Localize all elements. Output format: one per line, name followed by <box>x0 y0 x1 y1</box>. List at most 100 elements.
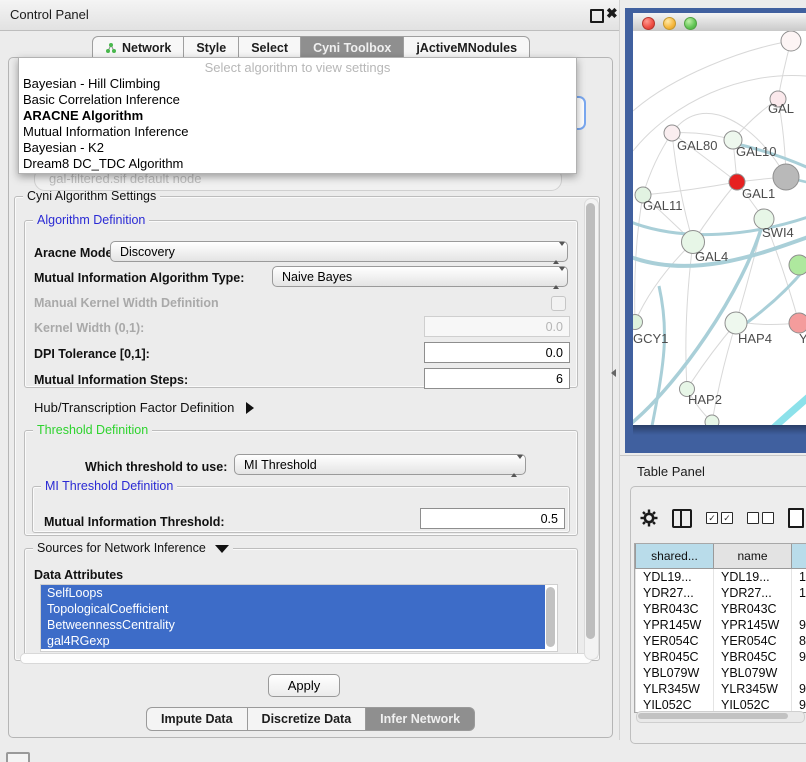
mi-type-combo[interactable]: Naive Bayes <box>272 266 568 287</box>
cyni-bottom-tabs: Impute Data Discretize Data Infer Networ… <box>146 707 475 729</box>
dropdown-item[interactable]: Basic Correlation Inference <box>19 92 576 108</box>
minimize-traffic-light[interactable] <box>663 17 676 30</box>
mi-steps-field[interactable]: 6 <box>424 368 570 389</box>
cell-value <box>792 601 806 617</box>
mi-threshold-field[interactable]: 0.5 <box>420 508 565 529</box>
tab-impute-data[interactable]: Impute Data <box>146 707 248 731</box>
checked-box-icon: ✓ <box>721 512 733 524</box>
close-traffic-light[interactable] <box>642 17 655 30</box>
attribute-item[interactable]: BetweennessCentrality <box>41 617 545 633</box>
settings-group-title: Cyni Algorithm Settings <box>23 189 160 203</box>
gear-icon[interactable] <box>640 509 658 527</box>
kernel-width-field[interactable]: 0.0 <box>424 316 570 337</box>
cell-value: 9. <box>792 649 806 665</box>
dropdown-placeholder: Select algorithm to view settings <box>19 58 576 76</box>
splitter-collapse-arrow[interactable] <box>611 369 616 377</box>
cell-name: YDL19... <box>714 569 792 586</box>
aracne-mode-label: Aracne Mode: <box>34 246 117 260</box>
table-row[interactable]: YLR345WYLR345W9. <box>636 681 806 697</box>
hub-definition-toggle[interactable]: Hub/Transcription Factor Definition <box>34 400 254 415</box>
cell-shared: YLR345W <box>636 681 714 697</box>
node-gcy1[interactable] <box>633 315 643 330</box>
settings-horizontal-scrollbar[interactable] <box>20 653 592 664</box>
tab-network-label: Network <box>122 37 171 59</box>
combo-arrows-icon <box>553 246 560 260</box>
cell-value: 12 <box>792 585 806 601</box>
hub-definition-label: Hub/Transcription Factor Definition <box>34 400 234 415</box>
panel-divider <box>619 0 620 740</box>
scrollbar-thumb[interactable] <box>586 203 595 639</box>
document-icon[interactable] <box>788 508 804 528</box>
cell-shared: YDR27... <box>636 585 714 601</box>
table-toolbar: ✓ ✓ <box>640 505 804 531</box>
node-label: GAL1 <box>742 186 775 201</box>
column-header-name[interactable]: name <box>714 544 792 569</box>
minimized-panel-icon[interactable] <box>6 752 30 762</box>
aracne-mode-combo[interactable]: Discovery <box>110 241 568 262</box>
node-label: Y <box>799 331 806 346</box>
node-unlabeled[interactable] <box>705 415 719 425</box>
kernel-width-label: Kernel Width (0,1): <box>34 321 144 335</box>
node-green[interactable] <box>789 255 806 275</box>
attribute-list-scrollbar[interactable] <box>546 587 555 647</box>
cell-value: 8. <box>792 633 806 649</box>
table-horizontal-scrollbar[interactable] <box>636 711 805 723</box>
cell-name: YER054C <box>714 633 792 649</box>
expanded-arrow-icon <box>215 545 229 553</box>
deselect-all-icon[interactable] <box>747 512 774 524</box>
tab-discretize-data[interactable]: Discretize Data <box>248 707 367 731</box>
table-row[interactable]: YBL079WYBL079W <box>636 665 806 681</box>
column-header-shared[interactable]: shared... <box>636 544 714 569</box>
tab-jactivemnodules-label: jActiveMNodules <box>416 37 517 59</box>
apply-button[interactable]: Apply <box>268 674 340 697</box>
dropdown-item[interactable]: Mutual Information Inference <box>19 124 576 140</box>
table-row[interactable]: YPR145WYPR145W9. <box>636 617 806 633</box>
mi-threshold-label: Mutual Information Threshold: <box>44 515 225 529</box>
node-label: SWI4 <box>762 225 794 240</box>
node-salmon[interactable] <box>789 313 806 333</box>
attribute-item[interactable]: TopologicalCoefficient <box>41 601 545 617</box>
attribute-item[interactable]: SelfLoops <box>41 585 545 601</box>
close-icon[interactable]: ✖ <box>606 5 618 22</box>
dropdown-item[interactable]: Dream8 DC_TDC Algorithm <box>19 156 576 172</box>
network-window-titlebar[interactable] <box>633 13 806 32</box>
zoom-traffic-light[interactable] <box>684 17 697 30</box>
dropdown-item-selected[interactable]: ARACNE Algorithm <box>19 108 576 124</box>
table-row[interactable]: YER054CYER054C8. <box>636 633 806 649</box>
table-row[interactable]: YDR27...YDR27...12 <box>636 585 806 601</box>
column-header[interactable] <box>792 544 806 569</box>
cell-name: YBR045C <box>714 649 792 665</box>
cell-shared: YDL19... <box>636 569 714 586</box>
table-row[interactable]: YBR043CYBR043C <box>636 601 806 617</box>
float-window-icon[interactable] <box>590 9 604 23</box>
table-row[interactable]: YDL19...YDL19...13 <box>636 569 806 586</box>
manual-kernel-checkbox[interactable] <box>551 296 566 311</box>
attribute-item[interactable]: gal4RGexp <box>41 633 545 649</box>
node-gray[interactable] <box>773 164 799 190</box>
cell-shared: YPR145W <box>636 617 714 633</box>
select-all-icon[interactable]: ✓ ✓ <box>706 512 733 524</box>
split-columns-icon[interactable] <box>672 509 692 528</box>
node-label: GAL4 <box>695 249 728 264</box>
tab-style-label: Style <box>196 37 226 59</box>
node-label: GAL10 <box>736 144 776 159</box>
tab-infer-network[interactable]: Infer Network <box>366 707 475 731</box>
dpi-tolerance-field[interactable]: 0.0 <box>424 342 570 363</box>
table-row[interactable]: YBR045CYBR045C9. <box>636 649 806 665</box>
algorithm-dropdown-popup: Select algorithm to view settings Bayesi… <box>18 57 577 174</box>
algorithm-definition-title: Algorithm Definition <box>33 213 149 227</box>
settings-vertical-scrollbar[interactable] <box>584 198 599 660</box>
network-canvas[interactable]: GAL GAL80 GAL10 GAL1 GAL11 SWI4 GAL4 GCY… <box>633 31 806 425</box>
node-unlabeled[interactable] <box>781 31 801 51</box>
scrollbar-thumb[interactable] <box>638 713 788 719</box>
cell-shared: YER054C <box>636 633 714 649</box>
cell-shared: YBR043C <box>636 601 714 617</box>
which-threshold-value: MI Threshold <box>244 458 317 472</box>
aracne-mode-value: Discovery <box>120 245 175 259</box>
which-threshold-combo[interactable]: MI Threshold <box>234 454 526 475</box>
control-panel-titlebar: Control Panel ✖ <box>0 0 620 31</box>
sources-title[interactable]: Sources for Network Inference <box>33 541 233 555</box>
dropdown-item[interactable]: Bayesian - Hill Climbing <box>19 76 576 92</box>
cell-name: YPR145W <box>714 617 792 633</box>
dropdown-item[interactable]: Bayesian - K2 <box>19 140 576 156</box>
